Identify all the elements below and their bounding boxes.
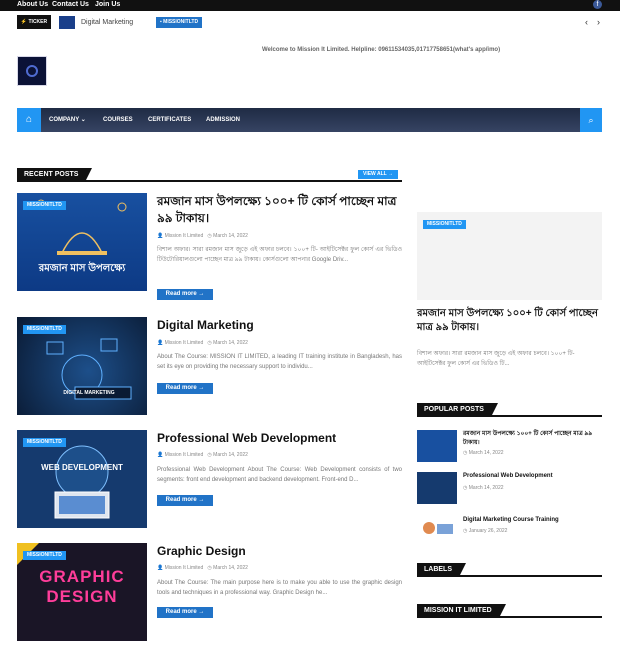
popular-post-thumbnail[interactable] — [417, 430, 457, 462]
ticker-headline[interactable]: Digital Marketing — [81, 15, 133, 30]
post-meta: 👤 Mission It Limited ◷ March 14, 2022 — [157, 340, 248, 346]
post-excerpt: বিশাল অফার। সারা রমজান মাস জুড়ে এই অফার… — [157, 247, 402, 263]
popular-post-item[interactable]: রমজান মাস উপলক্ষ্যে ১০০+ টি কোর্স পাচ্ছে… — [417, 430, 602, 464]
post-thumbnail[interactable]: MISSIONITLTD রমজান মাস উপলক্ষ্যে — [17, 193, 147, 291]
nav-certificates[interactable]: CERTIFICATES — [148, 108, 191, 132]
popular-post-date: ◷ March 14, 2022 — [463, 450, 504, 456]
post-card: MISSIONITLTD WEB DEVELOPMENT Professiona… — [17, 430, 407, 532]
post-card: MISSIONITLTD DIGITAL MARKETING Digital M… — [17, 317, 407, 419]
post-excerpt: About The Course: MISSION IT LIMITED, a … — [157, 354, 402, 370]
top-link-about[interactable]: About Us — [17, 0, 48, 9]
home-icon[interactable]: ⌂ — [17, 108, 41, 132]
post-date: March 14, 2022 — [213, 452, 248, 458]
post-meta: 👤 Mission It Limited ◷ March 14, 2022 — [157, 452, 248, 458]
post-thumbnail[interactable]: MISSIONITLTD DIGITAL MARKETING — [17, 317, 147, 415]
popular-post-date: ◷ March 14, 2022 — [463, 485, 504, 491]
popular-post-thumbnail[interactable] — [417, 512, 457, 544]
site-logo[interactable] — [17, 56, 47, 86]
popular-post-title[interactable]: Digital Marketing Course Training — [463, 516, 603, 525]
ticker-badge[interactable]: ▪ MISSIONITLTD — [156, 17, 203, 28]
mission-title: MISSION IT LIMITED — [417, 604, 506, 618]
popular-post-date-text: March 14, 2022 — [468, 450, 504, 456]
post-badge[interactable]: MISSIONITLTD — [23, 551, 66, 560]
post-badge[interactable]: MISSIONITLTD — [23, 201, 66, 210]
post-title[interactable]: Graphic Design — [157, 543, 400, 560]
post-date: March 14, 2022 — [213, 233, 248, 239]
post-title[interactable]: Professional Web Development — [157, 430, 400, 447]
popular-post-title[interactable]: রমজান মাস উপলক্ষ্যে ১০০+ টি কোর্স পাচ্ছে… — [463, 430, 603, 448]
view-all-button[interactable]: VIEW ALL → — [358, 170, 398, 179]
post-meta: 👤 Mission It Limited ◷ March 14, 2022 — [157, 233, 248, 239]
post-thumbnail[interactable]: MISSIONITLTD WEB DEVELOPMENT — [17, 430, 147, 528]
post-author: Mission It Limited — [164, 452, 204, 458]
featured-post-image[interactable]: MISSIONITLTD — [417, 212, 602, 300]
post-date: March 14, 2022 — [213, 565, 248, 571]
featured-post-excerpt: বিশাল অফার। সারা রমজান মাস জুড়ে এই অফার… — [417, 351, 575, 367]
thumbnail-caption: DIGITAL MARKETING — [63, 390, 115, 396]
post-badge[interactable]: MISSIONITLTD — [23, 325, 66, 334]
post-date: March 14, 2022 — [213, 340, 248, 346]
post-badge[interactable]: MISSIONITLTD — [423, 220, 466, 229]
post-excerpt: Professional Web Development About The C… — [157, 467, 402, 483]
training-illustration — [423, 522, 453, 534]
popular-posts-title: POPULAR POSTS — [417, 403, 498, 417]
labels-title: LABELS — [417, 563, 466, 577]
post-card: MISSIONITLTD GRAPHIC DESIGN Graphic Desi… — [17, 543, 407, 645]
arrow-left-icon[interactable]: ‹ — [585, 16, 588, 29]
mission-header: MISSION IT LIMITED — [417, 604, 602, 618]
read-more-button[interactable]: Read more → — [157, 607, 213, 618]
ticker-thumbnail[interactable] — [59, 16, 75, 29]
ticker-badge-text: MISSIONITLTD — [163, 19, 199, 25]
thumbnail-caption: GRAPHIC DESIGN — [39, 567, 125, 606]
post-title[interactable]: Digital Marketing — [157, 317, 400, 334]
nav-courses[interactable]: COURSES — [103, 108, 133, 132]
popular-post-thumbnail[interactable] — [417, 472, 457, 504]
main-nav: ⌂ COMPANY ⌄ COURSES CERTIFICATES ADMISSI… — [17, 108, 602, 132]
nav-company[interactable]: COMPANY ⌄ — [49, 108, 86, 132]
featured-post-title[interactable]: রমজান মাস উপলক্ষ্যে ১০০+ টি কোর্স পাচ্ছে… — [417, 307, 602, 335]
ticker: ⚡ TICKER Digital Marketing ▪ MISSIONITLT… — [17, 15, 602, 31]
read-more-button[interactable]: Read more → — [157, 289, 213, 300]
popular-post-item[interactable]: Professional Web Development ◷ March 14,… — [417, 472, 602, 506]
top-link-contact[interactable]: Contact Us — [52, 0, 89, 9]
post-meta: 👤 Mission It Limited ◷ March 14, 2022 — [157, 565, 248, 571]
thumbnail-caption: রমজান মাস উপলক্ষ্যে — [38, 263, 126, 274]
popular-post-date-text: January 26, 2022 — [468, 528, 508, 534]
post-author: Mission It Limited — [164, 565, 204, 571]
popular-post-date: ◷ January 26, 2022 — [463, 528, 508, 534]
read-more-button[interactable]: Read more → — [157, 495, 213, 506]
folder-icon: ▪ — [160, 19, 162, 25]
thumbnail-caption: WEB DEVELOPMENT — [41, 463, 123, 472]
arrow-right-icon[interactable]: › — [597, 16, 600, 29]
post-author: Mission It Limited — [164, 233, 204, 239]
ticker-label: ⚡ TICKER — [17, 15, 51, 29]
recent-posts-title: RECENT POSTS — [17, 168, 93, 182]
welcome-text: Welcome to Mission It Limited. Helpline:… — [262, 47, 501, 53]
post-author: Mission It Limited — [164, 340, 204, 346]
facebook-icon[interactable]: f — [593, 0, 602, 9]
read-more-button[interactable]: Read more → — [157, 383, 213, 394]
ticker-label-text: TICKER — [28, 19, 48, 25]
popular-post-title[interactable]: Professional Web Development — [463, 472, 603, 481]
post-badge[interactable]: MISSIONITLTD — [23, 438, 66, 447]
post-thumbnail[interactable]: MISSIONITLTD GRAPHIC DESIGN — [17, 543, 147, 641]
post-excerpt: About The Course: The main purpose here … — [157, 580, 402, 596]
logo-mark — [26, 65, 38, 77]
recent-posts-header: RECENT POSTS VIEW ALL → — [17, 168, 402, 182]
labels-header: LABELS — [417, 563, 602, 577]
top-link-join[interactable]: Join Us — [95, 0, 120, 9]
post-card: MISSIONITLTD রমজান মাস উপলক্ষ্যে রমজান ম… — [17, 193, 407, 300]
top-bar: About Us Contact Us Join Us f — [0, 0, 620, 11]
post-title[interactable]: রমজান মাস উপলক্ষ্যে ১০০+ টি কোর্স পাচ্ছে… — [157, 193, 400, 227]
nav-admission[interactable]: ADMISSION — [206, 108, 240, 132]
popular-posts-header: POPULAR POSTS — [417, 403, 602, 417]
popular-post-item[interactable]: Digital Marketing Course Training ◷ Janu… — [417, 512, 602, 546]
search-icon[interactable]: ⌕ — [580, 108, 602, 132]
popular-post-date-text: March 14, 2022 — [468, 485, 504, 491]
